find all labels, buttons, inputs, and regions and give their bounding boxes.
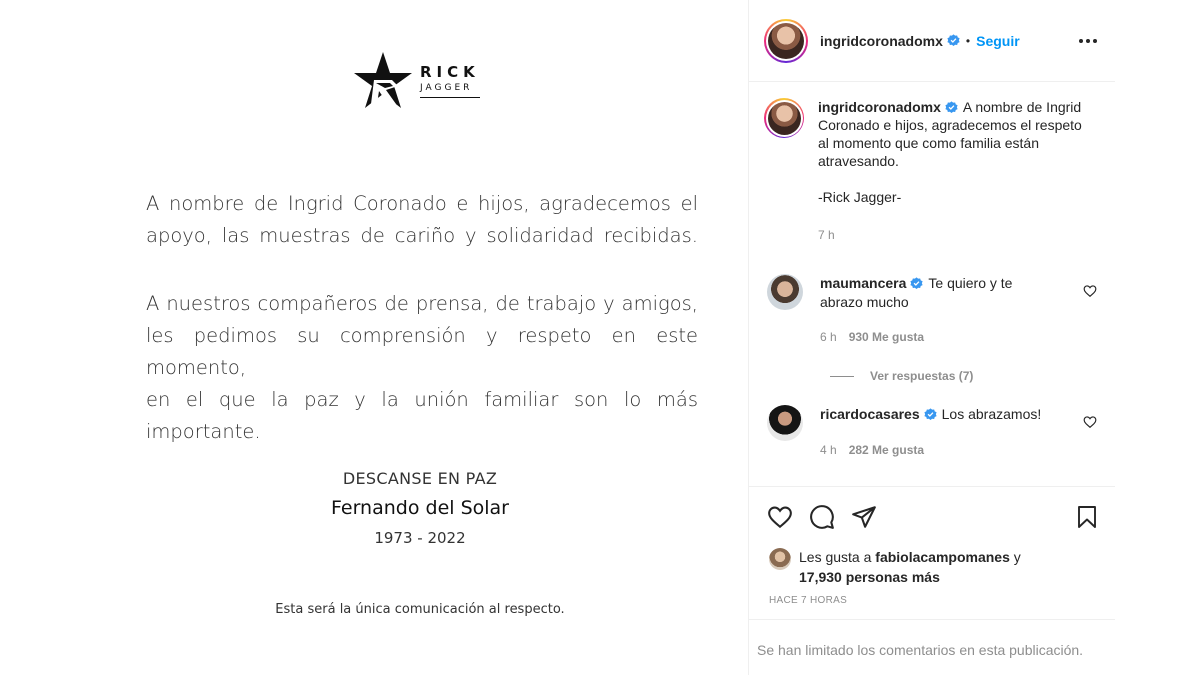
- view-replies-button[interactable]: Ver respuestas (7): [830, 369, 1100, 383]
- header-username[interactable]: ingridcoronadomx: [820, 33, 943, 49]
- likes-others[interactable]: 17,930 personas más: [799, 569, 940, 585]
- rip-name: Fernando del Solar: [331, 497, 509, 519]
- like-heart-icon[interactable]: [767, 504, 793, 530]
- likes-prefix: Les gusta a: [799, 549, 872, 565]
- caption-avatar[interactable]: [764, 98, 804, 138]
- statement-line: en el que la paz y la unión familiar son…: [146, 388, 698, 443]
- comments-section: ingridcoronadomx A nombre de Ingrid Coro…: [749, 82, 1115, 487]
- avatar-photo: [767, 101, 801, 135]
- caption: ingridcoronadomx A nombre de Ingrid Coro…: [764, 98, 1100, 244]
- caption-time: 7 h: [818, 228, 835, 242]
- verified-badge-icon: [945, 101, 958, 114]
- comment-item: maumancera Te quiero y te abrazo mucho 6…: [764, 274, 1100, 347]
- statement-paragraph-1: A nombre de Ingrid Coronado e hijos, agr…: [146, 188, 698, 252]
- post-time-ago[interactable]: HACE 7 HORAS: [749, 595, 1115, 619]
- follow-button[interactable]: Seguir: [976, 33, 1020, 49]
- verified-badge-icon: [924, 408, 937, 421]
- rip-title: DESCANSE EN PAZ: [342, 469, 498, 488]
- statement-line: apoyo, las muestras de cariño y solidari…: [146, 224, 698, 247]
- comment-likes[interactable]: 930 Me gusta: [849, 330, 924, 344]
- comment-username[interactable]: ricardocasares: [820, 406, 920, 422]
- comment-avatar[interactable]: [767, 405, 803, 441]
- star-logo-icon: [354, 52, 412, 108]
- caption-username[interactable]: ingridcoronadomx: [818, 99, 941, 115]
- post-image: RICK JAGGER A nombre de Ingrid Coronado …: [0, 0, 748, 675]
- comment-avatar[interactable]: [767, 274, 803, 310]
- verified-badge-icon: [910, 277, 923, 290]
- logo-sub-text: JAGGER: [420, 83, 480, 98]
- comment-text: Los abrazamos!: [941, 406, 1042, 422]
- likes-conjunction: y: [1013, 549, 1021, 565]
- statement-footnote: Esta será la única comunicación al respe…: [275, 602, 565, 617]
- rip-years: 1973 - 2022: [374, 529, 466, 547]
- statement-line: les pedimos su comprensión y respeto en …: [146, 324, 698, 379]
- caption-signature: -Rick Jagger-: [818, 189, 902, 205]
- likes-summary: Les gusta a fabiolacampomanes y 17,930 p…: [749, 547, 1115, 587]
- comments-limited-notice: Se han limitado los comentarios en esta …: [749, 619, 1115, 675]
- like-comment-heart-icon[interactable]: [1083, 415, 1097, 429]
- comment-meta: 6 h 930 Me gusta: [820, 328, 1050, 347]
- comment-username[interactable]: maumancera: [820, 275, 906, 291]
- logo-main-text: RICK: [420, 63, 480, 81]
- rick-jagger-logo: RICK JAGGER: [352, 50, 480, 112]
- save-bookmark-icon[interactable]: [1075, 504, 1099, 530]
- comment-likes[interactable]: 282 Me gusta: [849, 443, 924, 457]
- statement-line: A nuestros compañeros de prensa, de trab…: [146, 292, 698, 315]
- post-sidebar: ingridcoronadomx • Seguir ingridcoronado…: [748, 0, 1115, 675]
- statement-line: A nombre de Ingrid Coronado e hijos, agr…: [146, 192, 698, 215]
- comment-meta: 4 h 282 Me gusta: [820, 441, 1050, 460]
- avatar-photo: [768, 22, 804, 59]
- more-options-icon[interactable]: [1079, 33, 1097, 49]
- header-separator: •: [965, 33, 971, 48]
- author-avatar[interactable]: [764, 18, 808, 63]
- replies-divider: [830, 375, 854, 377]
- comment-item: ricardocasares Los abrazamos! 4 h 282 Me …: [764, 405, 1100, 460]
- like-comment-heart-icon[interactable]: [1083, 284, 1097, 298]
- statement-paragraph-2: A nuestros compañeros de prensa, de trab…: [146, 288, 698, 448]
- comment-time: 6 h: [820, 330, 837, 344]
- liker-avatar[interactable]: [769, 548, 791, 570]
- share-paper-plane-icon[interactable]: [851, 504, 877, 530]
- post-actions: [749, 487, 1115, 547]
- comment-time: 4 h: [820, 443, 837, 457]
- post-header: ingridcoronadomx • Seguir: [749, 0, 1115, 82]
- comment-bubble-icon[interactable]: [809, 504, 835, 530]
- liker-username[interactable]: fabiolacampomanes: [875, 549, 1010, 565]
- view-replies-label: Ver respuestas (7): [870, 369, 974, 383]
- verified-badge-icon: [947, 34, 960, 47]
